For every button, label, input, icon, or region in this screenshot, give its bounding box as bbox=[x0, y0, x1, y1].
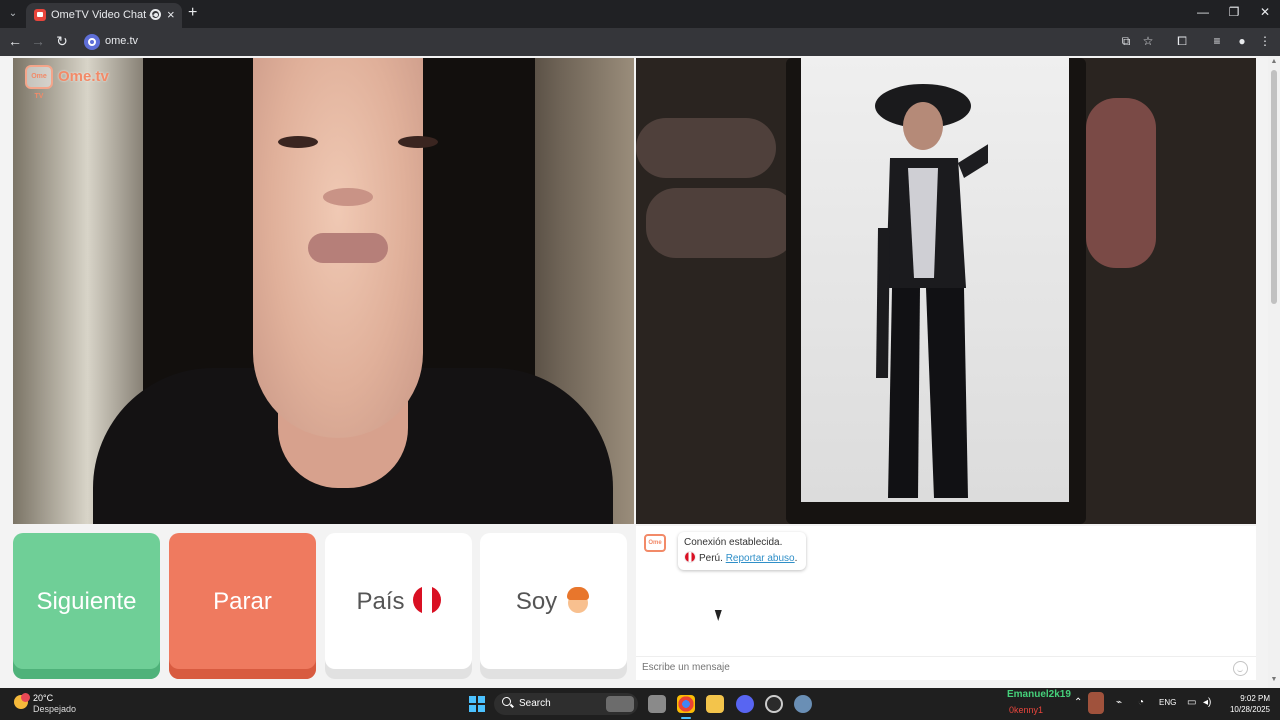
emoji-icon[interactable] bbox=[1233, 661, 1248, 676]
gender-button-label: Soy bbox=[515, 588, 558, 615]
browser-tab[interactable]: OmeTV Video Chat — Ome × bbox=[26, 3, 182, 28]
video-finger bbox=[636, 118, 776, 178]
tab-close-icon[interactable]: × bbox=[167, 7, 175, 22]
video-finger bbox=[1086, 98, 1156, 268]
remote-video bbox=[636, 58, 1256, 524]
reload-icon[interactable]: ↻ bbox=[53, 33, 71, 50]
ometv-logo-icon: Ome TV bbox=[25, 65, 53, 100]
url-text[interactable]: ome.tv bbox=[105, 35, 138, 47]
page-content: Ome TV Ome.tv Siguiente Parar País Soy O… bbox=[0, 56, 1280, 688]
file-explorer-icon[interactable] bbox=[706, 695, 724, 713]
scroll-up-icon[interactable]: ▲ bbox=[1270, 58, 1278, 66]
report-abuse-link[interactable]: Reportar abuso bbox=[726, 553, 795, 564]
system-message: Conexión establecida. Perú. Reportar abu… bbox=[678, 532, 806, 570]
country-line: Perú. Reportar abuso. bbox=[684, 551, 800, 564]
stop-button[interactable]: Parar bbox=[169, 533, 316, 679]
close-window-icon[interactable]: ✕ bbox=[1255, 5, 1275, 19]
back-icon[interactable]: ← bbox=[6, 33, 24, 49]
streamer-avatar-icon bbox=[1088, 692, 1104, 714]
message-input[interactable] bbox=[642, 662, 1202, 673]
page-scrollbar[interactable]: ▲ ▼ bbox=[1268, 56, 1280, 688]
discord-icon[interactable] bbox=[736, 695, 754, 713]
volume-icon[interactable]: ◂) bbox=[1203, 697, 1211, 708]
report-period: . bbox=[794, 553, 798, 564]
scrollbar-thumb[interactable] bbox=[1271, 70, 1277, 304]
search-label: Search bbox=[519, 698, 551, 709]
start-button[interactable] bbox=[469, 696, 485, 712]
search-icon bbox=[502, 697, 511, 706]
chrome-icon[interactable] bbox=[677, 695, 695, 719]
forward-icon[interactable]: → bbox=[29, 33, 47, 49]
chat-panel: Ome Conexión establecida. Perú. Reportar… bbox=[636, 526, 1256, 680]
notification-user-2: 0kenny1 bbox=[1009, 705, 1044, 715]
display-icon[interactable]: ▭ bbox=[1187, 697, 1196, 708]
browser-toolbar: ← → ↻ ome.tv ⧉ ☆ ⧠ ≡ ● ⋮ bbox=[0, 28, 1280, 56]
weather-icon[interactable] bbox=[14, 693, 30, 709]
notification-user-1: Emanuel2k19 bbox=[1007, 689, 1071, 700]
search-highlight-icon bbox=[606, 696, 634, 712]
minimize-icon[interactable]: — bbox=[1193, 5, 1213, 19]
brand-name: Ome.tv bbox=[58, 68, 109, 85]
local-video: Ome TV Ome.tv bbox=[13, 58, 634, 524]
address-bar[interactable]: ome.tv bbox=[80, 31, 1170, 53]
media-controls-icon[interactable]: ≡ bbox=[1209, 34, 1225, 48]
video-lips bbox=[308, 233, 388, 263]
clock-time: 9:02 PM bbox=[1240, 694, 1270, 703]
site-info-icon[interactable] bbox=[84, 34, 100, 50]
system-clock[interactable]: 9:02 PM 10/28/2025 bbox=[1222, 693, 1270, 715]
bookmark-star-icon[interactable]: ☆ bbox=[1140, 34, 1156, 48]
country-name: Perú. bbox=[699, 553, 723, 564]
tab-bar: ⌄ OmeTV Video Chat — Ome × + — ❐ ✕ bbox=[0, 0, 1280, 28]
video-eye-right bbox=[398, 136, 438, 148]
settings-gear-icon[interactable] bbox=[794, 695, 812, 713]
clock-date: 10/28/2025 bbox=[1229, 705, 1270, 714]
ometv-chat-logo-icon: Ome bbox=[644, 534, 666, 552]
message-bar bbox=[636, 656, 1256, 680]
extensions-icon[interactable]: ⧠ bbox=[1174, 34, 1190, 49]
recording-indicator-icon bbox=[150, 9, 161, 20]
connection-message: Conexión establecida. bbox=[684, 537, 783, 548]
language-indicator[interactable]: ENG bbox=[1159, 698, 1176, 707]
new-tab-icon[interactable]: + bbox=[188, 4, 197, 22]
peru-flag-small-icon bbox=[684, 551, 696, 563]
video-finger bbox=[646, 188, 796, 258]
boy-emoji-icon bbox=[565, 586, 591, 614]
scroll-down-icon[interactable]: ▼ bbox=[1270, 676, 1278, 684]
video-figure bbox=[875, 84, 988, 498]
country-button-label: País bbox=[356, 588, 405, 615]
profile-avatar-icon[interactable]: ● bbox=[1234, 34, 1250, 48]
taskbar-search[interactable]: Search bbox=[494, 693, 638, 715]
tab-title: OmeTV Video Chat — Ome bbox=[51, 9, 155, 21]
tab-search-icon[interactable]: ⌄ bbox=[4, 5, 22, 23]
restore-icon[interactable]: ❐ bbox=[1224, 5, 1244, 19]
video-nose bbox=[323, 188, 373, 206]
temperature[interactable]: 20°C bbox=[33, 693, 53, 703]
network-icon[interactable]: ⌁ bbox=[1116, 697, 1122, 708]
stop-button-label: Parar bbox=[213, 588, 272, 615]
country-button[interactable]: País bbox=[325, 533, 472, 679]
favicon-icon bbox=[34, 9, 46, 21]
tray-overflow-icon[interactable]: ⌃ bbox=[1074, 697, 1082, 708]
next-button[interactable]: Siguiente bbox=[13, 533, 160, 679]
task-view-icon[interactable] bbox=[648, 695, 666, 713]
taskbar: 20°C Despejado Search Emanuel2k19 0kenny… bbox=[0, 688, 1280, 720]
menu-kebab-icon[interactable]: ⋮ bbox=[1257, 34, 1273, 48]
gender-button[interactable]: Soy bbox=[480, 533, 627, 679]
cast-icon[interactable]: ⧉ bbox=[1118, 34, 1134, 49]
obs-icon[interactable] bbox=[765, 695, 783, 713]
weather-condition[interactable]: Despejado bbox=[33, 704, 76, 714]
next-button-label: Siguiente bbox=[36, 588, 137, 615]
video-eye-left bbox=[278, 136, 318, 148]
microphone-icon[interactable]: ◔ bbox=[1138, 697, 1144, 708]
peru-flag-icon bbox=[412, 585, 441, 614]
